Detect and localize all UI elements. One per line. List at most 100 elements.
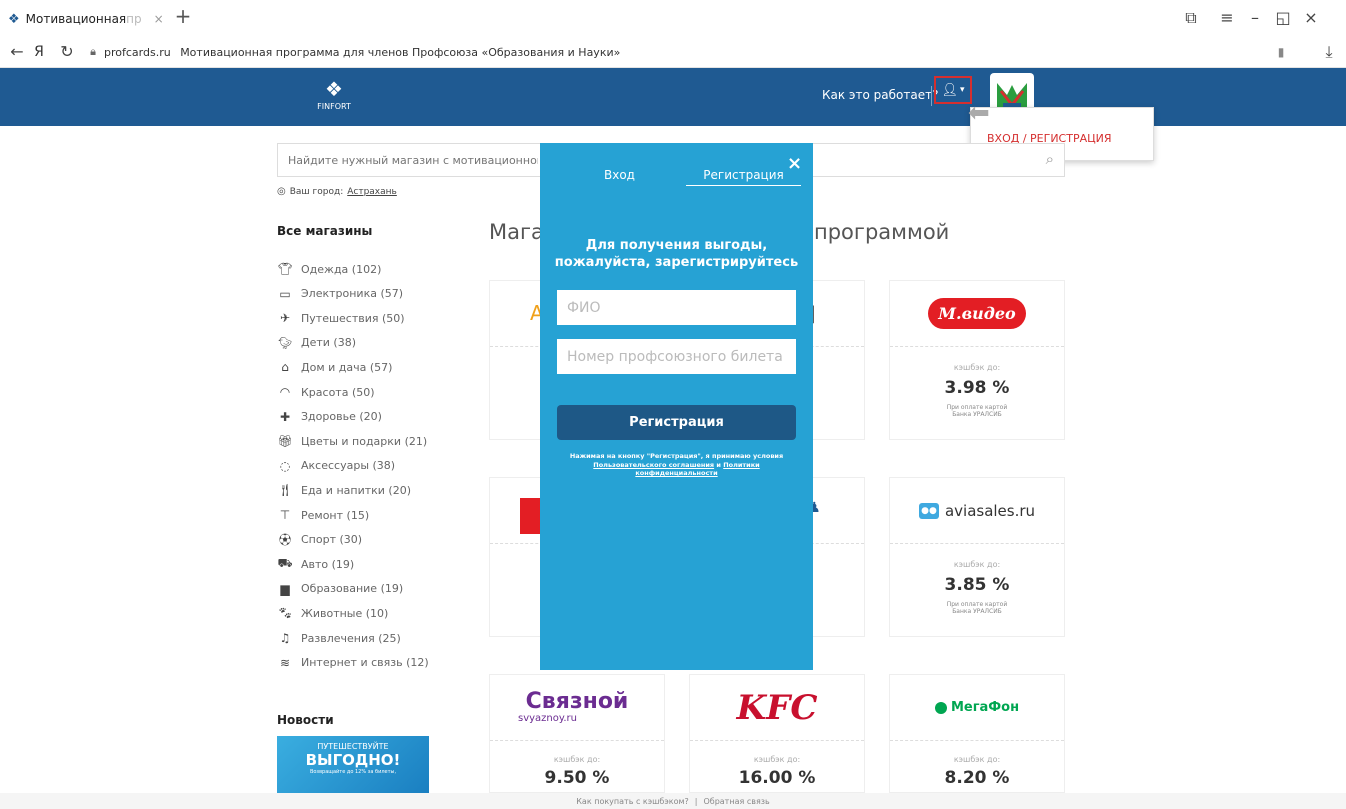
news-banner-line1: ПУТЕШЕСТВУЙТЕ bbox=[317, 742, 389, 751]
yandex-icon[interactable]: Я bbox=[28, 42, 50, 62]
car-icon: ⛟ bbox=[277, 556, 293, 571]
tab-title: Мотивационнаяпр bbox=[25, 12, 142, 26]
store-logo-icon bbox=[520, 498, 542, 534]
back-icon[interactable]: ← bbox=[6, 42, 28, 62]
sidebar-category-item[interactable]: 🐤︎ Дети (38) bbox=[277, 334, 356, 352]
sidebar-category-label: Спорт (30) bbox=[301, 533, 363, 547]
card-note-line2: Банка УРАЛСИБ bbox=[952, 411, 1002, 418]
terms-link-agreement[interactable]: Пользовательского соглашения bbox=[593, 461, 714, 469]
sidebar-category-label: Путешествия (50) bbox=[301, 311, 405, 325]
sidebar-category-item[interactable]: ≋ Интернет и связь (12) bbox=[277, 654, 429, 672]
cashback-rate: 9.50 % bbox=[544, 768, 610, 788]
browser-tab[interactable]: ❖ Мотивационнаяпр × bbox=[8, 8, 164, 30]
how-it-works-link[interactable]: Как это работает? bbox=[822, 88, 938, 102]
finfort-logo-icon: ❖ bbox=[325, 77, 343, 101]
browser-tab-bar: ❖ Мотивационнаяпр × + ⧉ ≡ – ◱ × bbox=[0, 0, 1346, 38]
user-menu-button[interactable]: 👤︎ ▾ bbox=[934, 76, 972, 104]
store-card-mvideo[interactable]: М.видео кэшбэк до: 3.98 % При оплате кар… bbox=[889, 280, 1065, 440]
cashback-rate: 16.00 % bbox=[738, 768, 816, 788]
wifi-icon: ≋ bbox=[279, 655, 291, 670]
reload-icon[interactable]: ↻ bbox=[56, 42, 78, 62]
medkit-icon: ✚ bbox=[279, 409, 291, 424]
modal-close-icon[interactable]: × bbox=[787, 153, 802, 174]
restore-icon[interactable]: ◱ bbox=[1272, 8, 1294, 28]
finfort-logo[interactable]: ❖ FINFORT bbox=[312, 76, 356, 111]
monitor-icon: ▭ bbox=[279, 286, 291, 301]
sidebar-category-label: Авто (19) bbox=[301, 557, 355, 571]
browser-address-bar: ← Я ↻ 🔒︎ profcards.ru Мотивационная прог… bbox=[0, 38, 1346, 68]
all-stores-title[interactable]: Все магазины bbox=[277, 224, 372, 238]
bookmark-icon[interactable]: ▮ bbox=[1270, 42, 1292, 62]
sidebar-category-item[interactable]: ♫ Развлечения (25) bbox=[277, 629, 401, 647]
sidebar-category-item[interactable]: ⛟ Авто (19) bbox=[277, 555, 354, 573]
mvideo-logo-text: М.видео bbox=[928, 298, 1026, 329]
paw-icon: 🐾︎ bbox=[277, 606, 293, 621]
store-card-kfc[interactable]: KFC кэшбэк до: 16.00 % bbox=[689, 674, 865, 793]
store-card-aviasales[interactable]: ●● aviasales.ru кэшбэк до: 3.85 % При оп… bbox=[889, 477, 1065, 637]
sidebar-category-label: Аксессуары (38) bbox=[301, 459, 396, 473]
city-selector[interactable]: ◎ Ваш город: Астрахань bbox=[277, 186, 397, 197]
lock-icon: 🔒︎ bbox=[90, 45, 96, 58]
new-tab-button[interactable]: + bbox=[172, 6, 194, 26]
menu-icon[interactable]: ≡ bbox=[1216, 8, 1238, 28]
food-icon: 🍴︎ bbox=[277, 483, 293, 498]
address-domain: profcards.ru bbox=[104, 46, 171, 59]
cashback-label: кэшбэк до: bbox=[553, 755, 601, 764]
page-heading-right: программой bbox=[814, 220, 950, 244]
svyaznoy-logo: Связной svyaznoy.ru bbox=[490, 675, 664, 741]
window-close-icon[interactable]: × bbox=[1300, 8, 1322, 28]
megafon-logo: МегаФон bbox=[890, 675, 1064, 741]
sidebar-category-label: Электроника (57) bbox=[301, 287, 404, 301]
finfort-logo-text: FINFORT bbox=[317, 102, 351, 111]
city-value[interactable]: Астрахань bbox=[347, 187, 397, 197]
union-ticket-input[interactable] bbox=[557, 339, 796, 374]
modal-heading: Для получения выгоды, пожалуйста, зареги… bbox=[540, 237, 813, 271]
store-card-svyaznoy[interactable]: Связной svyaznoy.ru кэшбэк до: 9.50 % bbox=[489, 674, 665, 793]
shirt-icon: 👕︎ bbox=[277, 262, 293, 276]
footer-link-how-to[interactable]: Как покупать с кэшбэком? bbox=[576, 797, 689, 806]
fio-input[interactable] bbox=[557, 290, 796, 325]
sidebar-category-item[interactable]: 🎁︎ Цветы и подарки (21) bbox=[277, 432, 427, 450]
register-submit-button[interactable]: Регистрация bbox=[557, 405, 796, 440]
store-card-megafon[interactable]: МегаФон кэшбэк до: 8.20 % bbox=[889, 674, 1065, 793]
modal-tab-login[interactable]: Вход bbox=[604, 168, 635, 182]
mvideo-logo: М.видео bbox=[890, 281, 1064, 347]
city-label: Ваш город: bbox=[289, 186, 344, 197]
tabs-list-icon[interactable]: ⧉ bbox=[1180, 8, 1202, 28]
sidebar-category-label: Дети (38) bbox=[301, 336, 356, 350]
news-banner-line3: Возвращайте до 12% за билеты, bbox=[309, 769, 397, 775]
sidebar-category-item[interactable]: ◠ Красота (50) bbox=[277, 383, 375, 401]
address-text[interactable]: profcards.ru Мотивационная программа для… bbox=[104, 46, 620, 59]
sidebar-category-label: Одежда (102) bbox=[301, 262, 382, 276]
house-icon: ⌂ bbox=[281, 360, 289, 375]
sidebar-category-item[interactable]: 🍴︎ Еда и напитки (20) bbox=[277, 481, 411, 499]
search-input[interactable] bbox=[278, 144, 538, 176]
page-footer: Как покупать с кэшбэком? | Обратная связ… bbox=[0, 793, 1346, 809]
sidebar-category-item[interactable]: 🐾︎ Животные (10) bbox=[277, 604, 388, 622]
sidebar-category-item[interactable]: ⚽︎ Спорт (30) bbox=[277, 531, 362, 549]
sidebar-category-item[interactable]: ✚ Здоровье (20) bbox=[277, 408, 382, 426]
sport-icon: ⚽︎ bbox=[278, 533, 291, 548]
sidebar-category-item[interactable]: ◌ Аксессуары (38) bbox=[277, 457, 395, 475]
sidebar-category-item[interactable]: 👕︎ Одежда (102) bbox=[277, 260, 381, 278]
cashback-label: кэшбэк до: bbox=[953, 755, 1001, 764]
footer-separator: | bbox=[694, 796, 698, 806]
sidebar-category-item[interactable]: ▭ Электроника (57) bbox=[277, 285, 403, 303]
footer-link-feedback[interactable]: Обратная связь bbox=[703, 797, 769, 806]
gift-icon: 🎁︎ bbox=[277, 434, 293, 449]
news-banner[interactable]: ПУТЕШЕСТВУЙТЕ ВЫГОДНО! Возвращайте до 12… bbox=[277, 736, 429, 793]
search-icon[interactable]: ⌕ bbox=[1046, 150, 1054, 168]
modal-heading-line2: пожалуйста, зарегистрируйтесь bbox=[554, 255, 799, 270]
cashback-label: кэшбэк до: bbox=[753, 755, 801, 764]
tab-close-icon[interactable]: × bbox=[154, 12, 164, 26]
sidebar-category-item[interactable]: ⊤ Ремонт (15) bbox=[277, 506, 369, 524]
svyaznoy-logo-text: Связной bbox=[525, 689, 629, 714]
minimize-icon[interactable]: – bbox=[1244, 8, 1266, 28]
sidebar-category-item[interactable]: ▆ Образование (19) bbox=[277, 580, 403, 598]
news-title: Новости bbox=[277, 713, 334, 727]
download-icon[interactable]: ⤓ bbox=[1318, 42, 1340, 62]
sidebar-category-item[interactable]: ⌂ Дом и дача (57) bbox=[277, 358, 392, 376]
header-divider bbox=[931, 86, 932, 106]
modal-tab-register[interactable]: Регистрация bbox=[686, 168, 801, 186]
sidebar-category-item[interactable]: ✈ Путешествия (50) bbox=[277, 309, 405, 327]
